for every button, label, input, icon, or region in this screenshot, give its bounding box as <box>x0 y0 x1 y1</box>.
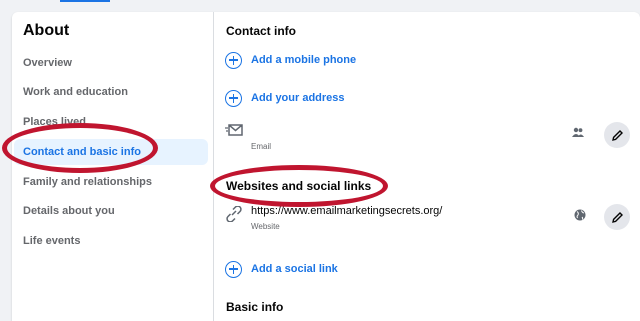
email-row: Email <box>225 122 630 156</box>
pencil-icon <box>611 129 623 141</box>
sidebar-item-details-about-you[interactable]: Details about you <box>14 198 208 224</box>
link-icon <box>226 206 242 222</box>
basic-info-heading: Basic info <box>226 300 284 314</box>
email-label: Email <box>251 142 272 151</box>
website-url[interactable]: https://www.emailmarketingsecrets.org/ <box>251 205 442 217</box>
pencil-icon <box>611 211 623 223</box>
website-row: https://www.emailmarketingsecrets.org/ W… <box>225 204 630 238</box>
add-mobile-phone-label: Add a mobile phone <box>251 54 357 66</box>
active-tab-indicator <box>60 0 110 2</box>
add-mobile-phone-link[interactable]: Add a mobile phone <box>225 50 356 70</box>
plus-circle-icon <box>225 51 242 69</box>
friends-audience-icon[interactable] <box>572 127 584 140</box>
contact-info-heading: Contact info <box>226 24 296 38</box>
add-address-label: Add your address <box>251 92 345 104</box>
envelope-icon <box>225 124 243 136</box>
sidebar-title: About <box>23 22 70 39</box>
globe-audience-icon[interactable] <box>574 209 586 224</box>
highlight-ellipse-websites <box>210 165 388 207</box>
plus-circle-icon <box>225 260 242 278</box>
highlight-ellipse-contact <box>2 123 158 173</box>
website-label: Website <box>251 222 280 231</box>
sidebar-item-life-events[interactable]: Life events <box>14 228 208 254</box>
plus-circle-icon <box>225 89 242 107</box>
sidebar-item-work-education[interactable]: Work and education <box>14 79 208 105</box>
add-social-link-link[interactable]: Add a social link <box>225 259 338 279</box>
sidebar-item-family-relationships[interactable]: Family and relationships <box>14 169 208 195</box>
edit-email-button[interactable] <box>604 122 630 148</box>
edit-website-button[interactable] <box>604 204 630 230</box>
add-social-link-label: Add a social link <box>251 263 338 275</box>
sidebar-item-overview[interactable]: Overview <box>14 50 208 76</box>
add-address-link[interactable]: Add your address <box>225 88 345 108</box>
